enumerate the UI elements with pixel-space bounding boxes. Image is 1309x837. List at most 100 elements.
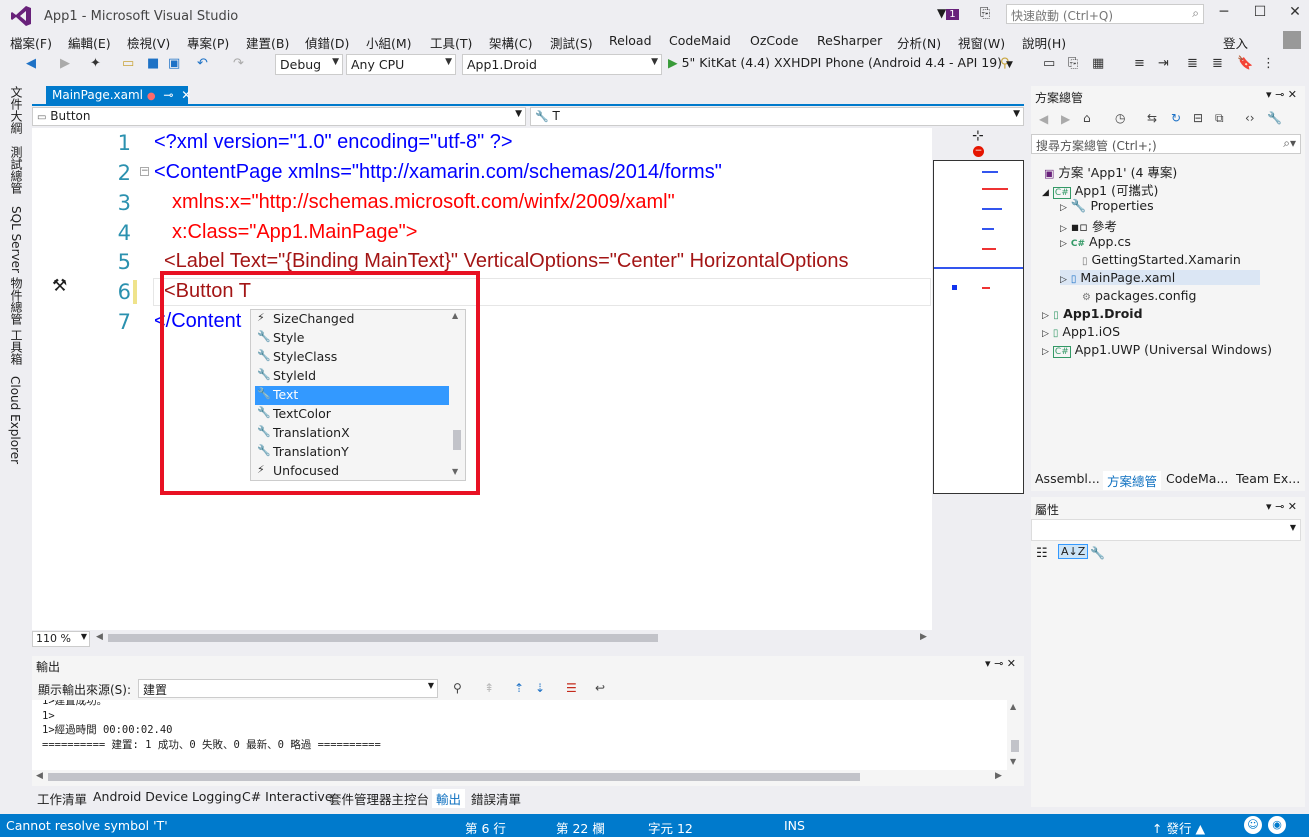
cloud-explorer-tab[interactable]: Cloud Explorer (8, 376, 22, 464)
scroll-map[interactable] (933, 160, 1024, 494)
feedback-smile-icon[interactable]: ☺ (1244, 816, 1262, 834)
maximize-button[interactable]: ☐ (1248, 4, 1272, 26)
tree-item-packages-config[interactable]: ⚙ packages.config (1082, 288, 1196, 303)
menu-view[interactable]: 檢視(V) (127, 33, 170, 52)
output-horizontal-scrollbar[interactable] (48, 773, 860, 781)
scroll-right-icon[interactable]: ▶ (920, 632, 927, 642)
view-code-icon[interactable]: ‹› (1245, 111, 1255, 125)
menu-edit[interactable]: 編輯(E) (68, 33, 111, 52)
scroll-down-icon[interactable]: ▼ (1010, 757, 1016, 766)
back-icon[interactable]: ◀ (26, 56, 36, 71)
output-text[interactable]: 1>建置成功。 1> 1>經過時間 00:00:02.40 ========== 建置… (32, 700, 1007, 770)
prev-message-icon[interactable]: ⇡ (514, 681, 524, 695)
document-outline-tab[interactable]: 文件大綱 (8, 86, 25, 134)
property-pages-icon[interactable]: 🔧 (1090, 546, 1105, 560)
menu-build[interactable]: 建置(B) (246, 33, 289, 52)
output-source-dropdown[interactable]: 建置 ▼ (138, 679, 438, 698)
tree-item-properties[interactable]: ▷ 🔧 Properties (1060, 198, 1154, 214)
tab-package-manager-console[interactable]: 套件管理器主控台 (329, 789, 429, 808)
feedback-icon[interactable]: ⎘ (980, 6, 990, 21)
home-icon[interactable]: ⌂ (1083, 111, 1091, 125)
output-vertical-scrollbar[interactable] (1011, 740, 1019, 752)
code-line[interactable]: xmlns:x="http://schemas.microsoft.com/wi… (172, 191, 675, 214)
save-icon[interactable]: ■ (147, 56, 159, 71)
comment-icon[interactable]: ≣ (1187, 56, 1198, 71)
next-message-icon[interactable]: ⇣ (535, 681, 545, 695)
user-status-icon[interactable]: ◉ (1268, 816, 1286, 834)
tab-assembly-explorer[interactable]: Assembl... (1035, 471, 1100, 486)
refresh-icon[interactable]: ↻ (1171, 111, 1181, 125)
panel-controls[interactable]: ▾ ⊸ ✕ (1266, 500, 1297, 513)
scroll-left-icon[interactable]: ◀ (96, 632, 103, 642)
save-all-icon[interactable]: ▣ (168, 56, 180, 71)
tree-item-getting-started[interactable]: ▯ GettingStarted.Xamarin (1082, 252, 1241, 267)
tree-item-app1[interactable]: ◢ C# App1 (可攜式) (1042, 180, 1158, 199)
menu-ozcode[interactable]: OzCode (750, 33, 798, 48)
panel-controls[interactable]: ▾ ⊸ ✕ (985, 657, 1016, 670)
device-icon[interactable]: ▭ (1043, 56, 1055, 71)
back-icon[interactable]: ◀ (1039, 112, 1048, 126)
indent-icon[interactable]: ⇥ (1158, 56, 1169, 71)
tab-csharp-interactive[interactable]: C# Interactive (242, 789, 333, 804)
solution-search-input[interactable]: 搜尋方案總管 (Ctrl+;) ⌕▾ (1031, 134, 1301, 154)
menu-team[interactable]: 小組(M) (366, 33, 412, 52)
close-window-button[interactable]: ✕ (1283, 4, 1307, 26)
toolbar-overflow-icon[interactable]: ⋮ (1262, 56, 1275, 71)
scroll-left-icon[interactable]: ◀ (36, 771, 43, 781)
tab-team-explorer[interactable]: Team Ex... (1236, 471, 1300, 486)
categorized-icon[interactable]: ☷ (1036, 546, 1048, 561)
scroll-up-icon[interactable]: ▲ (1010, 702, 1016, 711)
platform-dropdown[interactable]: Any CPU ▼ (346, 54, 456, 75)
publish-button[interactable]: ↑ 發行 ▲ (1152, 818, 1205, 837)
alphabetical-icon[interactable]: A↓Z (1058, 544, 1089, 559)
tree-item-mainpage-xaml[interactable]: ▷ ▯ MainPage.xaml (1060, 270, 1260, 285)
close-tab-icon[interactable]: ✕ (181, 88, 191, 102)
menu-help[interactable]: 說明(H) (1022, 33, 1066, 52)
properties-object-dropdown[interactable]: ▼ (1031, 519, 1301, 541)
tab-output[interactable]: 輸出 (432, 789, 466, 808)
show-all-files-icon[interactable]: ⧉ (1215, 111, 1224, 126)
tab-codemaid[interactable]: CodeMa... (1166, 471, 1228, 486)
type-navigation-dropdown[interactable]: ▭ Button ▼ (32, 107, 526, 126)
menu-architecture[interactable]: 架構(C) (489, 33, 532, 52)
uncomment-icon[interactable]: ≣ (1212, 56, 1223, 71)
pin-icon[interactable]: ⊸ (163, 88, 173, 102)
document-tab-mainpage[interactable]: MainPage.xaml ● ⊸ ✕ (46, 86, 191, 106)
editor-horizontal-scrollbar[interactable] (108, 634, 658, 642)
menu-tools[interactable]: 工具(T) (430, 33, 472, 52)
tree-item-app-cs[interactable]: ▷ C# App.cs (1060, 234, 1131, 249)
tree-item-app1-uwp[interactable]: ▷ C# App1.UWP (Universal Windows) (1042, 342, 1272, 358)
test-explorer-tab[interactable]: 測試總管 (8, 146, 25, 194)
notifications-button[interactable]: ▼ 1 (937, 6, 959, 20)
minimize-button[interactable]: ─ (1212, 4, 1236, 26)
history-icon[interactable]: ◷ (1115, 111, 1125, 125)
find-message-icon[interactable]: ⚲ (453, 681, 462, 695)
tab-task-list[interactable]: 工作清單 (37, 789, 87, 808)
layout-icon[interactable]: ▦ (1092, 56, 1104, 71)
code-line[interactable]: x:Class="App1.MainPage"> (172, 221, 417, 244)
sign-in-link[interactable]: 登入 (1223, 33, 1248, 52)
tab-solution-explorer[interactable]: 方案總管 (1103, 471, 1162, 490)
toolbox-tab[interactable]: 工具箱 (8, 329, 25, 365)
redo-icon[interactable]: ↷ (233, 56, 244, 71)
word-wrap-icon[interactable]: ↩ (595, 681, 605, 695)
bookmark-icon[interactable]: 🔖 (1237, 56, 1253, 71)
menu-codemaid[interactable]: CodeMaid (669, 33, 731, 48)
tree-item-app1-ios[interactable]: ▷ ▯ App1.iOS (1042, 324, 1120, 339)
forward-icon[interactable]: ▶ (60, 56, 70, 71)
tree-item-solution[interactable]: ▣ 方案 'App1' (4 專案) (1044, 162, 1177, 181)
copy-icon[interactable]: ⎘ (1068, 56, 1078, 71)
member-navigation-dropdown[interactable]: 🔧 T ▼ (530, 107, 1024, 126)
configuration-dropdown[interactable]: Debug ▼ (275, 54, 343, 75)
avatar[interactable] (1283, 31, 1301, 49)
code-line[interactable]: <Label Text="{Binding MainText}" Vertica… (164, 250, 934, 273)
menu-resharper[interactable]: ReSharper (817, 33, 882, 48)
align-icon[interactable]: ≡ (1134, 56, 1145, 71)
startup-project-dropdown[interactable]: App1.Droid ▼ (462, 54, 662, 75)
menu-analyze[interactable]: 分析(N) (897, 33, 941, 52)
scroll-right-icon[interactable]: ▶ (995, 771, 1002, 781)
clear-all-icon[interactable]: ☰ (566, 681, 577, 695)
tab-android-device-logging[interactable]: Android Device Logging (93, 789, 242, 804)
menu-reload[interactable]: Reload (609, 33, 652, 48)
forward-icon[interactable]: ▶ (1061, 112, 1070, 126)
